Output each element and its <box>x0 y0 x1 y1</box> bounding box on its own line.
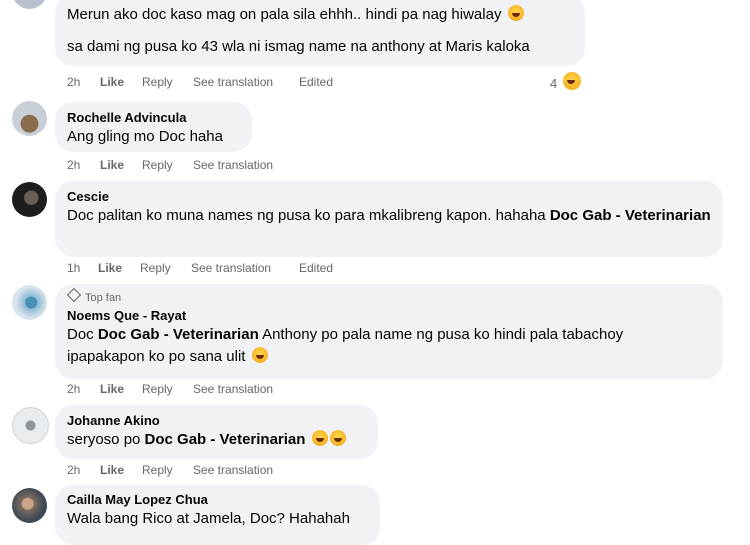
timestamp[interactable]: 1h <box>67 260 80 276</box>
like-button[interactable]: Like <box>100 381 124 397</box>
comment-bubble: Cailla May Lopez Chua Wala bang Rico at … <box>55 485 380 545</box>
reply-button[interactable]: Reply <box>142 462 173 478</box>
comment-bubble: Rochelle Advincula Ang gling mo Doc haha <box>55 102 252 152</box>
commenter-name[interactable]: Rochelle Advincula <box>67 109 240 126</box>
edited-label: Edited <box>299 75 334 89</box>
like-button[interactable]: Like <box>100 157 124 173</box>
comment-text: Doc palitan ko muna names ng pusa ko par… <box>67 207 550 224</box>
timestamp[interactable]: 2h <box>67 74 80 90</box>
comment-text: Anthony po pala name ng pusa ko hindi pa… <box>258 326 624 343</box>
comment-text: Wala bang Rico at Jamela, Doc? Hahahah <box>67 510 350 527</box>
commenter-name[interactable]: Cescie <box>67 188 711 205</box>
mention-link[interactable]: Doc Gab - Veterinarian <box>550 207 711 224</box>
laughing-emoji-icon <box>329 430 346 446</box>
laughing-emoji-icon <box>311 430 328 446</box>
avatar[interactable] <box>12 0 47 9</box>
avatar[interactable] <box>12 101 47 136</box>
commenter-name[interactable]: Cailla May Lopez Chua <box>67 491 368 508</box>
see-translation-button[interactable]: See translation <box>191 260 271 276</box>
like-button[interactable]: Like <box>100 74 124 90</box>
comment-text: seryoso po <box>67 431 145 448</box>
comment-text: Ang gling mo Doc haha <box>67 128 223 145</box>
laughing-emoji-icon <box>562 72 581 90</box>
see-translation-button[interactable]: See translation <box>193 74 273 90</box>
laughing-emoji-icon <box>251 347 268 363</box>
reply-button[interactable]: Reply <box>142 74 173 90</box>
diamond-icon <box>66 287 82 303</box>
see-translation-button[interactable]: See translation <box>193 157 273 173</box>
avatar[interactable] <box>12 488 47 523</box>
commenter-name[interactable]: Noems Que - Rayat <box>67 307 711 324</box>
comment-text: Doc <box>67 326 98 343</box>
like-button[interactable]: Like <box>100 462 124 478</box>
timestamp[interactable]: 2h <box>67 462 80 478</box>
see-translation-button[interactable]: See translation <box>193 381 273 397</box>
comment-text: Merun ako doc kaso mag on pala sila ehhh… <box>67 6 502 23</box>
reaction-count: 4 <box>550 76 558 91</box>
mention-link[interactable]: Doc Gab - Veterinarian <box>145 431 306 448</box>
comment-text: sa dami ng pusa ko 43 wla ni ismag name … <box>67 38 530 55</box>
reply-button[interactable]: Reply <box>140 260 171 276</box>
comment-bubble: Merun ako doc kaso mag on pala sila ehhh… <box>55 0 585 66</box>
avatar[interactable] <box>12 182 47 217</box>
like-button[interactable]: Like <box>98 260 122 276</box>
timestamp[interactable]: 2h <box>67 381 80 397</box>
reply-button[interactable]: Reply <box>142 381 173 397</box>
avatar[interactable] <box>12 407 49 444</box>
comment-bubble: Cescie Doc palitan ko muna names ng pusa… <box>55 181 723 257</box>
reply-button[interactable]: Reply <box>142 157 173 173</box>
mention-link[interactable]: Doc Gab - Veterinarian <box>98 326 259 343</box>
laughing-emoji-icon <box>507 5 524 21</box>
top-fan-badge: Top fan <box>85 292 122 304</box>
comment-text: ipapakapon ko po sana ulit <box>67 348 246 365</box>
timestamp[interactable]: 2h <box>67 157 80 173</box>
edited-label: Edited <box>299 261 334 275</box>
reaction-summary[interactable]: 4 <box>550 72 581 94</box>
comment-bubble: Top fan Noems Que - Rayat Doc Doc Gab - … <box>55 284 723 379</box>
comment-bubble: Johanne Akino seryoso po Doc Gab - Veter… <box>55 405 378 459</box>
see-translation-button[interactable]: See translation <box>193 462 273 478</box>
avatar[interactable] <box>12 285 47 320</box>
commenter-name[interactable]: Johanne Akino <box>67 412 366 429</box>
